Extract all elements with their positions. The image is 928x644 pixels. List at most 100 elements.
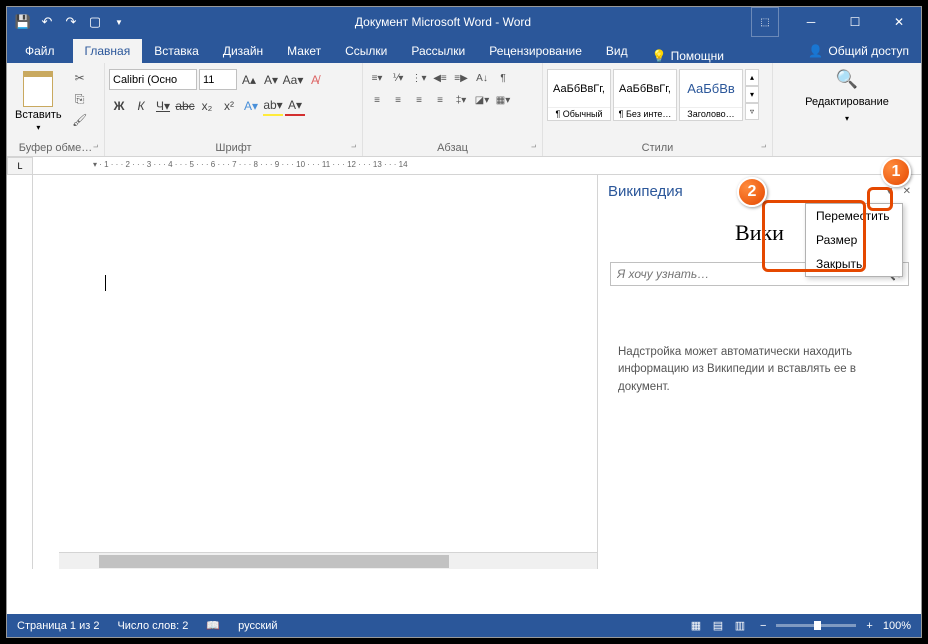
cut-icon[interactable]: ✂ xyxy=(71,69,89,87)
clipboard-icon xyxy=(23,71,53,107)
status-words[interactable]: Число слов: 2 xyxy=(117,620,188,632)
group-label-clipboard: Буфер обме… xyxy=(11,140,100,156)
group-label-styles: Стили xyxy=(547,140,768,156)
bold-button[interactable]: Ж xyxy=(109,96,129,116)
zoom-out-icon[interactable]: − xyxy=(760,620,766,632)
document-canvas[interactable] xyxy=(33,175,597,569)
status-language[interactable]: русский xyxy=(238,620,277,632)
zoom-level[interactable]: 100% xyxy=(883,620,911,632)
font-name-select[interactable] xyxy=(109,69,197,90)
styles-scroll-down[interactable]: ▾ xyxy=(745,86,759,103)
menu-close[interactable]: Закрыть xyxy=(806,252,902,276)
pane-context-menu: Переместить Размер Закрыть xyxy=(805,203,903,277)
wiki-description: Надстройка может автоматически находить … xyxy=(598,294,921,446)
zoom-in-icon[interactable]: + xyxy=(866,620,872,632)
shrink-font-icon[interactable]: A▾ xyxy=(261,70,281,90)
callout-2: 2 xyxy=(737,177,767,207)
strike-button[interactable]: abc xyxy=(175,96,195,116)
tab-insert[interactable]: Вставка xyxy=(142,39,211,63)
align-left-icon[interactable]: ≡ xyxy=(367,91,387,109)
share-button[interactable]: 👤Общий доступ xyxy=(796,39,921,63)
status-page[interactable]: Страница 1 из 2 xyxy=(17,620,99,632)
lightbulb-icon: 💡 xyxy=(652,49,667,63)
vertical-ruler[interactable] xyxy=(7,175,33,569)
tab-review[interactable]: Рецензирование xyxy=(477,39,594,63)
tab-design[interactable]: Дизайн xyxy=(211,39,275,63)
tab-layout[interactable]: Макет xyxy=(275,39,333,63)
horizontal-scrollbar[interactable] xyxy=(59,552,597,569)
qat-dropdown-icon[interactable]: ▼ xyxy=(111,14,127,30)
align-center-icon[interactable]: ≡ xyxy=(388,91,408,109)
callout-1: 1 xyxy=(881,157,911,187)
undo-icon[interactable]: ↶ xyxy=(39,14,55,30)
menu-size[interactable]: Размер xyxy=(806,228,902,252)
paste-button[interactable]: Вставить ▾ xyxy=(11,69,66,134)
line-spacing-icon[interactable]: ‡▾ xyxy=(451,91,471,109)
tab-home[interactable]: Главная xyxy=(73,39,143,63)
group-clipboard: Вставить ▾ ✂ ⎘ 🖌 Буфер обме… xyxy=(7,63,105,156)
scroll-thumb[interactable] xyxy=(99,555,449,568)
redo-icon[interactable]: ↷ xyxy=(63,14,79,30)
align-right-icon[interactable]: ≡ xyxy=(409,91,429,109)
tab-references[interactable]: Ссылки xyxy=(333,39,399,63)
indent-left-icon[interactable]: ◀≡ xyxy=(430,69,450,87)
window-controls: ─ ☐ ✕ xyxy=(789,7,921,37)
underline-button[interactable]: Ч▾ xyxy=(153,96,173,116)
numbering-icon[interactable]: ⅟▾ xyxy=(388,69,408,87)
font-color-button[interactable]: A▾ xyxy=(285,96,305,116)
ruler-corner[interactable]: L xyxy=(7,157,33,175)
style-heading1[interactable]: АаБбВв Заголово… xyxy=(679,69,743,121)
tab-mailings[interactable]: Рассылки xyxy=(399,39,477,63)
bullets-icon[interactable]: ≡▾ xyxy=(367,69,387,87)
subscript-button[interactable]: x₂ xyxy=(197,96,217,116)
superscript-button[interactable]: x² xyxy=(219,96,239,116)
search-icon[interactable]: 🔍 xyxy=(836,69,858,90)
show-marks-icon[interactable]: ¶ xyxy=(493,69,513,87)
ribbon: Вставить ▾ ✂ ⎘ 🖌 Буфер обме… A▴ A▾ Aa▾ xyxy=(7,63,921,157)
tab-view[interactable]: Вид xyxy=(594,39,640,63)
group-editing: 🔍 Редактирование ▾ xyxy=(773,63,921,156)
close-button[interactable]: ✕ xyxy=(877,7,921,37)
editing-dropdown-icon[interactable]: ▾ xyxy=(845,114,849,123)
menu-move[interactable]: Переместить xyxy=(806,204,902,228)
maximize-button[interactable]: ☐ xyxy=(833,7,877,37)
justify-icon[interactable]: ≡ xyxy=(430,91,450,109)
ribbon-display-icon[interactable]: ⬚ xyxy=(751,7,779,37)
new-doc-icon[interactable]: ▢ xyxy=(87,14,103,30)
format-painter-icon[interactable]: 🖌 xyxy=(71,111,89,129)
view-print-icon[interactable]: ▤ xyxy=(708,618,728,634)
sort-icon[interactable]: A↓ xyxy=(472,69,492,87)
text-effects-icon[interactable]: A▾ xyxy=(241,96,261,116)
editing-label[interactable]: Редактирование xyxy=(805,96,889,108)
pane-dropdown-icon[interactable]: ▼ ✕ xyxy=(884,186,911,197)
indent-right-icon[interactable]: ≡▶ xyxy=(451,69,471,87)
tell-me[interactable]: 💡Помощни xyxy=(652,49,724,63)
horizontal-ruler[interactable]: ▾ · 1 · · · 2 · · · 3 · · · 4 · · · 5 · … xyxy=(33,157,921,175)
styles-expand[interactable]: ▿ xyxy=(745,103,759,120)
tab-file[interactable]: Файл xyxy=(7,39,73,63)
group-label-font: Шрифт xyxy=(109,140,358,156)
highlight-button[interactable]: ab▾ xyxy=(263,96,283,116)
window-title: Документ Microsoft Word - Word xyxy=(135,15,751,29)
borders-icon[interactable]: ▦▾ xyxy=(493,91,513,109)
multilevel-icon[interactable]: ⋮▾ xyxy=(409,69,429,87)
save-icon[interactable]: 💾 xyxy=(15,14,31,30)
style-normal[interactable]: АаБбВвГг, ¶ Обычный xyxy=(547,69,611,121)
view-read-icon[interactable]: ▦ xyxy=(686,618,706,634)
view-web-icon[interactable]: ▥ xyxy=(730,618,750,634)
clear-format-icon[interactable]: A̸ xyxy=(305,70,325,90)
style-no-spacing[interactable]: АаБбВвГг, ¶ Без инте… xyxy=(613,69,677,121)
italic-button[interactable]: К xyxy=(131,96,151,116)
word-window: 💾 ↶ ↷ ▢ ▼ Документ Microsoft Word - Word… xyxy=(6,6,922,638)
change-case-icon[interactable]: Aa▾ xyxy=(283,70,303,90)
copy-icon[interactable]: ⎘ xyxy=(71,90,89,108)
styles-scroll-up[interactable]: ▴ xyxy=(745,69,759,86)
pane-title: Википедия xyxy=(608,183,683,200)
shading-icon[interactable]: ◪▾ xyxy=(472,91,492,109)
quick-access-toolbar: 💾 ↶ ↷ ▢ ▼ xyxy=(7,14,135,30)
zoom-slider[interactable] xyxy=(776,624,856,627)
grow-font-icon[interactable]: A▴ xyxy=(239,70,259,90)
status-proofing-icon[interactable]: 📖 xyxy=(206,619,220,632)
minimize-button[interactable]: ─ xyxy=(789,7,833,37)
font-size-select[interactable] xyxy=(199,69,237,90)
